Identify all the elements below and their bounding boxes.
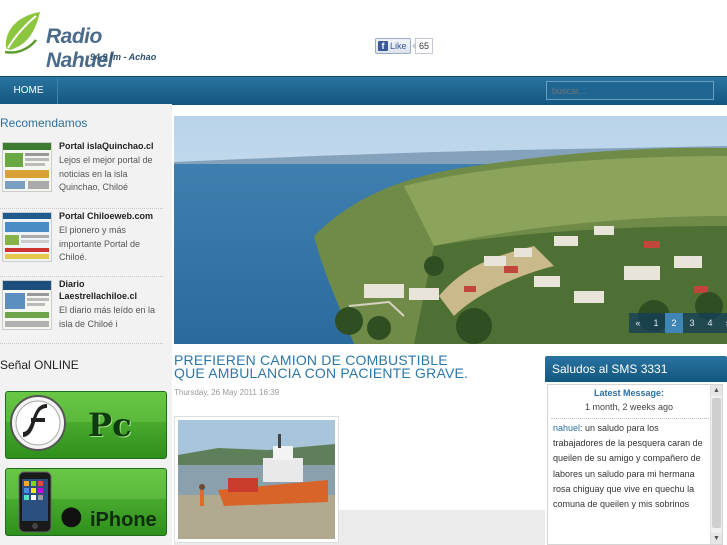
latest-message-label: Latest Message: [593, 388, 665, 398]
recommend-item[interactable]: Diario Laestrellachiloe.cl El diario más… [0, 272, 163, 336]
slider-page-1[interactable]: 1 [647, 313, 665, 333]
facebook-icon: f [378, 41, 388, 51]
logo-title: Radio Nahuel [46, 25, 114, 72]
recommend-title[interactable]: Portal Chiloeweb.com [59, 210, 164, 222]
article-photo[interactable] [174, 416, 339, 543]
slider-page-3[interactable]: 3 [683, 313, 701, 333]
slider-pagination: « 1 2 3 4 » [629, 313, 727, 333]
recommend-item[interactable]: Portal Chiloeweb.com El pionero y más im… [0, 204, 163, 268]
like-label: Like [390, 41, 407, 51]
hero-slider-image[interactable] [174, 116, 727, 344]
latest-message-time: 1 month, 2 weeks ago [584, 402, 674, 412]
search-input[interactable] [546, 81, 714, 100]
leaf-logo-icon [4, 12, 40, 54]
article-date: Thursday, 26 May 2011 16:39 [174, 388, 280, 397]
listen-pc-button[interactable]: Pc [5, 391, 167, 459]
sms-panel-heading: Saludos al SMS 3331 [545, 356, 727, 382]
logo-subtitle: 94.9 fm - Achao [90, 52, 157, 62]
listen-pc-label: Pc [88, 406, 132, 444]
left-sidebar: Recomendamos Portal islaQuinchao.cl Lejo… [0, 104, 172, 545]
recommend-thumbnail [2, 280, 52, 330]
sms-message: nahuel: un saludo para los trabajadores … [553, 421, 711, 512]
article-title[interactable]: PREFIEREN CAMION DE COMBUSTIBLE QUE AMBU… [174, 353, 474, 380]
slider-next-button[interactable]: » [719, 313, 727, 333]
sms-scrollbar[interactable]: ▲ ▼ [710, 385, 722, 544]
apple-icon: ● [60, 501, 83, 531]
slider-page-4[interactable]: 4 [701, 313, 719, 333]
sms-message-list[interactable]: Latest Message: 1 month, 2 weeks ago nah… [547, 384, 723, 545]
scroll-up-icon[interactable]: ▲ [711, 385, 722, 396]
recommend-thumbnail [2, 142, 52, 192]
recommend-desc: El pionero y más importante Portal de Ch… [59, 225, 141, 262]
recommend-item[interactable]: Portal islaQuinchao.cl Lejos el mejor po… [0, 134, 163, 198]
online-heading: Señal ONLINE [0, 358, 79, 372]
facebook-like-button[interactable]: f Like [375, 38, 411, 54]
recommend-heading: Recomendamos [0, 116, 88, 130]
main-navbar: HOME [0, 76, 727, 105]
listen-iphone-button[interactable]: ● iPhone [5, 468, 167, 536]
flash-icon [10, 395, 66, 451]
listen-iphone-label: iPhone [90, 509, 157, 531]
slider-page-2[interactable]: 2 [665, 313, 683, 333]
slider-prev-button[interactable]: « [629, 313, 647, 333]
like-count: 65 [411, 38, 434, 54]
site-header: Radio Nahuel 94.9 fm - Achao f Like 65 [0, 0, 727, 76]
recommend-title[interactable]: Portal islaQuinchao.cl [59, 140, 164, 152]
nav-home-link[interactable]: HOME [0, 77, 58, 105]
recommend-title[interactable]: Diario Laestrellachiloe.cl [59, 278, 164, 302]
recommend-desc: El diario más leído en la isla de Chiloé… [59, 305, 156, 329]
divider [551, 418, 709, 419]
scrollbar-thumb[interactable] [712, 398, 721, 528]
recommend-desc: Lejos el mejor portal de noticias en la … [59, 155, 153, 192]
sms-message-user[interactable]: nahuel [553, 423, 580, 433]
scroll-down-icon[interactable]: ▼ [711, 533, 722, 544]
site-logo[interactable]: Radio Nahuel 94.9 fm - Achao [2, 10, 162, 72]
sms-message-text: : un saludo para los trabajadores de la … [553, 423, 703, 510]
sms-messages-panel: Saludos al SMS 3331 Latest Message: 1 mo… [545, 356, 727, 545]
divider [0, 343, 163, 345]
recommend-thumbnail [2, 212, 52, 262]
iphone-device-icon [18, 471, 52, 533]
